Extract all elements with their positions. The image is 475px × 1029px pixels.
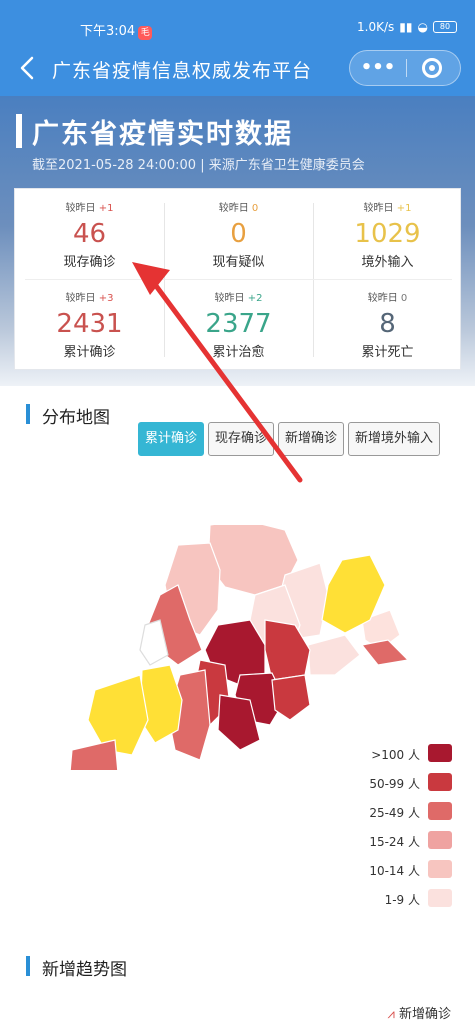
map-tabs: 累计确诊 现存确诊 新增确诊 新增境外输入 [138, 422, 441, 456]
title-accent-bar [16, 114, 22, 148]
map-region-zhanjiang[interactable] [68, 739, 120, 770]
notification-badge: 毛 [138, 26, 153, 40]
legend-item: >100 人 [350, 742, 460, 766]
legend-label: >100 人 [371, 748, 420, 762]
legend-swatch [428, 802, 452, 820]
stat-delta: 0 [251, 203, 259, 214]
legend-swatch [428, 773, 452, 791]
stat-compare-label: 较昨日 [363, 203, 394, 214]
legend-label: 1-9 人 [384, 893, 420, 907]
network-speed: 1.0K/s [357, 20, 395, 34]
data-source-subtitle: 截至2021-05-28 24:00:00 | 来源广东省卫生健康委员会 [32, 158, 365, 173]
top-navbar: 广东省疫情信息权威发布平台 ••• [0, 40, 475, 96]
stat-label: 境外输入 [361, 255, 414, 270]
status-indicators: 1.0K/s ▮▮ ◒ 80 [357, 20, 457, 34]
stat-label: 累计治愈 [212, 345, 265, 360]
trend-legend: ⩘ 新增确诊 [388, 1003, 452, 1022]
stat-current-confirmed: 较昨日 +1 46 现存确诊 [15, 189, 164, 279]
status-time: 下午3:04 毛 [80, 20, 153, 40]
stat-value: 2431 [56, 309, 123, 339]
stat-delta: +1 [98, 203, 114, 214]
tab-new-confirmed[interactable]: 新增确诊 [278, 422, 345, 456]
navbar-title: 广东省疫情信息权威发布平台 [52, 60, 313, 82]
tab-cumulative-confirmed[interactable]: 累计确诊 [138, 422, 205, 456]
legend-label: 25-49 人 [369, 806, 420, 820]
stat-label: 累计确诊 [63, 345, 116, 360]
legend-label: 50-99 人 [369, 777, 420, 791]
stat-value: 8 [379, 309, 396, 339]
stat-compare-label: 较昨日 [214, 293, 245, 304]
legend-swatch [428, 831, 452, 849]
map-region-maoming[interactable] [87, 674, 149, 756]
battery-icon: 80 [433, 21, 457, 33]
stat-total-cured: 较昨日 +2 2377 累计治愈 [164, 279, 313, 369]
stat-value: 1029 [354, 219, 421, 249]
more-menu-button[interactable]: ••• [350, 51, 406, 85]
legend-swatch [428, 860, 452, 878]
legend-item: 1-9 人 [350, 887, 460, 911]
legend-item: 25-49 人 [350, 800, 460, 824]
legend-label: 15-24 人 [369, 835, 420, 849]
back-arrow-icon[interactable] [16, 54, 40, 82]
stat-label: 现有疑似 [212, 255, 265, 270]
card-divider [25, 279, 452, 280]
stat-label: 累计死亡 [361, 345, 414, 360]
stats-card: 较昨日 +1 46 现存确诊 较昨日 0 0 现有疑似 较昨日 +1 1029 … [14, 188, 461, 370]
stat-value: 0 [230, 219, 247, 249]
legend-swatch [428, 889, 452, 907]
map-region-yunfu[interactable] [139, 664, 183, 744]
legend-label: 10-14 人 [369, 864, 420, 878]
stat-compare-label: 较昨日 [65, 203, 96, 214]
miniprogram-capsule: ••• [349, 50, 461, 86]
stat-label: 现存确诊 [63, 255, 116, 270]
guangdong-map[interactable] [60, 525, 420, 770]
stat-compare-label: 较昨日 [367, 293, 398, 304]
stat-imported: 较昨日 +1 1029 境外输入 [313, 189, 462, 279]
legend-item: 10-14 人 [350, 858, 460, 882]
trend-legend-label: 新增确诊 [398, 1007, 451, 1022]
signal-icon: ▮▮ [399, 20, 413, 34]
stat-suspected: 较昨日 0 0 现有疑似 [164, 189, 313, 279]
stat-delta: +3 [98, 293, 114, 304]
trend-section-title: 新增趋势图 [42, 960, 127, 980]
legend-swatch [428, 744, 452, 762]
card-divider [313, 203, 314, 357]
tab-new-imported[interactable]: 新增境外输入 [348, 422, 441, 456]
card-divider [164, 203, 165, 357]
map-region-shanwei[interactable] [307, 634, 361, 676]
close-miniprogram-icon[interactable] [422, 58, 442, 78]
wifi-icon: ◒ [417, 20, 428, 34]
trend-line-icon: ⩘ [387, 1007, 395, 1022]
stat-delta: 0 [400, 293, 408, 304]
stat-value: 46 [72, 219, 107, 249]
page-title: 广东省疫情实时数据 [32, 119, 293, 150]
stat-value: 2377 [205, 309, 272, 339]
status-bar: 下午3:04 毛 1.0K/s ▮▮ ◒ 80 [0, 0, 475, 40]
stat-total-confirmed: 较昨日 +3 2431 累计确诊 [15, 279, 164, 369]
legend-item: 15-24 人 [350, 829, 460, 853]
section-accent-bar [26, 956, 30, 976]
tab-current-confirmed[interactable]: 现存确诊 [208, 422, 275, 456]
legend-item: 50-99 人 [350, 771, 460, 795]
stat-compare-label: 较昨日 [218, 203, 249, 214]
stat-delta: +2 [247, 293, 263, 304]
stat-total-deaths: 较昨日 0 8 累计死亡 [313, 279, 462, 369]
map-section-title: 分布地图 [42, 408, 110, 428]
section-accent-bar [26, 404, 30, 424]
capsule-divider [406, 59, 407, 77]
map-region-shantou[interactable] [360, 639, 410, 666]
stat-delta: +1 [396, 203, 412, 214]
stat-compare-label: 较昨日 [65, 293, 96, 304]
